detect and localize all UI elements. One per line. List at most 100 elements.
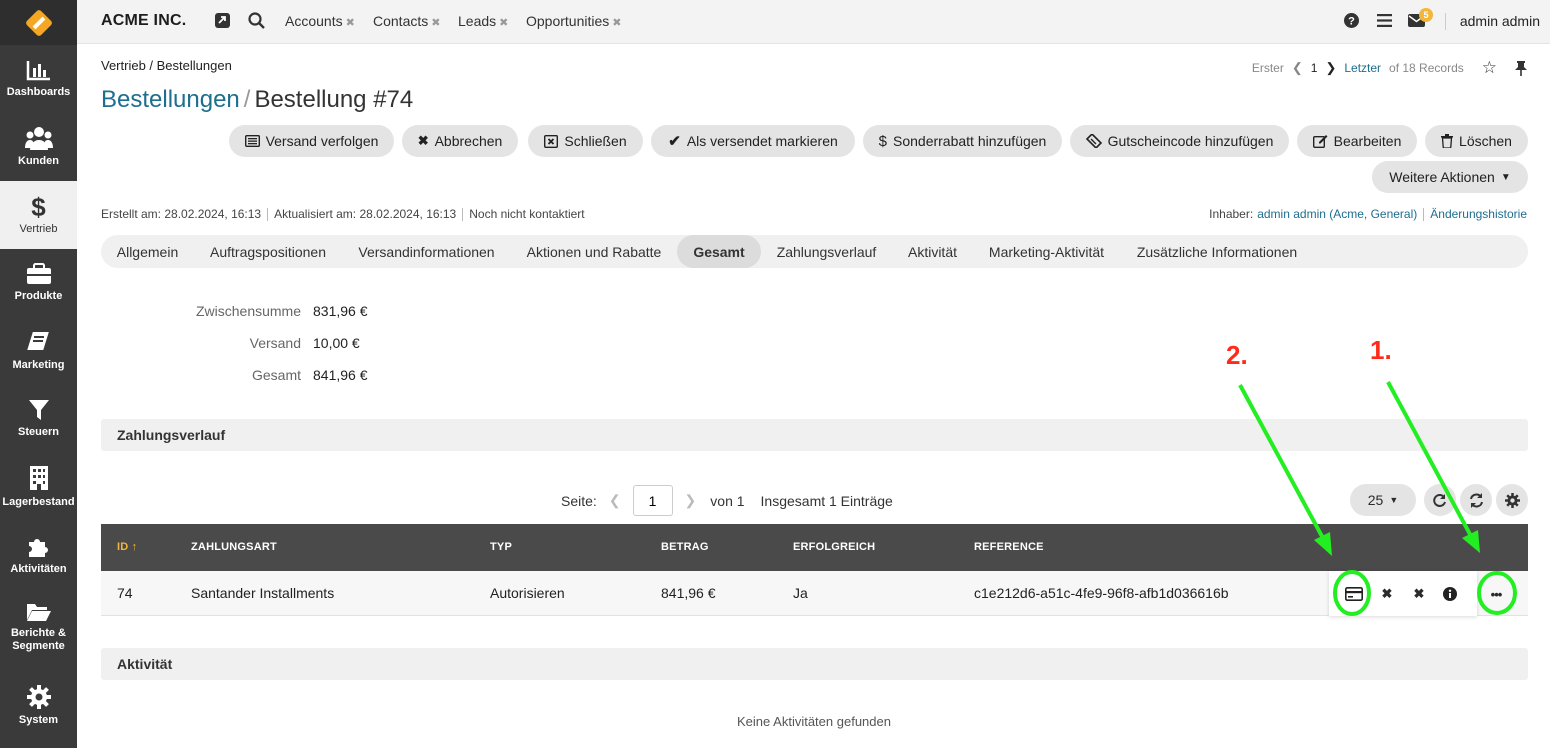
sidebar-item-system[interactable]: System (0, 672, 77, 740)
pin-icon[interactable] (1515, 60, 1527, 76)
tab-aktionen-und-rabatte[interactable]: Aktionen und Rabatte (511, 235, 677, 268)
chevron-left-icon[interactable]: ❮ (1292, 60, 1303, 76)
cancel-order-button[interactable]: ✖ Abbrechen (402, 125, 518, 157)
page-number-input[interactable] (632, 485, 673, 516)
divider (1445, 13, 1446, 30)
sidebar-item-dashboards[interactable]: Dashboards (0, 45, 77, 113)
sidebar-item-steuern[interactable]: Steuern (0, 385, 77, 453)
column-header-amount[interactable]: BETRAG (661, 541, 709, 553)
top-tab-opportunities[interactable]: Opportunities ✖ (526, 13, 622, 29)
menu-icon[interactable] (1377, 14, 1392, 27)
column-header-id[interactable]: ID ↑ (117, 541, 137, 553)
pager-last[interactable]: Letzter (1344, 61, 1381, 75)
grid-settings-button[interactable] (1496, 484, 1528, 516)
change-history-link[interactable]: Änderungshistorie (1430, 207, 1527, 221)
search-icon[interactable] (248, 12, 265, 29)
refresh-button[interactable] (1460, 484, 1492, 516)
shipping-value: 10,00 € (313, 335, 360, 351)
button-label: Schließen (564, 133, 627, 149)
tab-marketing-aktivitaet[interactable]: Marketing-Aktivität (973, 235, 1120, 268)
title-current: Bestellung #74 (254, 86, 414, 113)
edit-button[interactable]: Bearbeiten (1297, 125, 1417, 157)
tab-zusaetzliche-informationen[interactable]: Zusätzliche Informationen (1120, 235, 1314, 268)
sidebar-item-label: Berichte & Segmente (10, 626, 67, 652)
top-tab-contacts[interactable]: Contacts ✖ (373, 13, 440, 29)
add-coupon-button[interactable]: Gutscheincode hinzufügen (1070, 125, 1289, 157)
help-icon[interactable]: ? (1344, 13, 1359, 28)
company-name[interactable]: ACME INC. (101, 12, 186, 30)
top-tab-accounts[interactable]: Accounts ✖ (285, 13, 355, 29)
track-shipment-button[interactable]: Versand verfolgen (229, 125, 394, 157)
briefcase-icon (26, 263, 51, 284)
close-order-button[interactable]: Schließen (528, 125, 643, 157)
sidebar-item-vertrieb[interactable]: $ Vertrieb (0, 181, 77, 249)
page-label: Seite: (561, 492, 597, 509)
cell-type: Autorisieren (490, 585, 565, 601)
sidebar-item-marketing[interactable]: Marketing (0, 317, 77, 385)
building-icon (29, 466, 48, 490)
tab-versandinformationen[interactable]: Versandinformationen (342, 235, 511, 268)
close-icon[interactable]: ✖ (499, 17, 508, 29)
sidebar-item-label: Lagerbestand (2, 496, 75, 508)
sidebar-item-aktivitaeten[interactable]: Aktivitäten (0, 521, 77, 589)
column-header-type[interactable]: TYP (490, 541, 512, 553)
sidebar-item-label: Dashboards (6, 86, 71, 98)
app-logo[interactable] (0, 0, 77, 45)
top-tab-label: Contacts (373, 13, 429, 29)
trash-icon (1441, 134, 1454, 148)
payment-action-button[interactable] (1344, 584, 1364, 604)
divider (267, 207, 269, 221)
close-icon[interactable]: ✖ (346, 17, 355, 29)
column-header-method[interactable]: ZAHLUNGSART (191, 541, 277, 553)
close-icon[interactable]: ✖ (431, 17, 440, 29)
refresh-icon (1469, 492, 1483, 508)
more-row-actions-button[interactable]: ••• (1486, 584, 1506, 604)
mark-shipped-button[interactable]: ✔ Als versendet markieren (651, 125, 855, 157)
add-discount-button[interactable]: $ Sonderrabatt hinzufügen (863, 125, 1062, 157)
close-icon[interactable]: ✖ (612, 17, 621, 29)
folder-open-icon (26, 603, 51, 621)
page-size-dropdown[interactable]: 25 ▼ (1350, 484, 1416, 516)
subtotal-label: Zwischensumme (195, 303, 301, 319)
section-title: Aktivität (117, 656, 173, 672)
ticket-icon (1085, 134, 1102, 148)
user-menu[interactable]: admin admin (1460, 13, 1540, 29)
info-action-button[interactable] (1440, 584, 1460, 604)
table-row[interactable]: 74 Santander Installments Autorisieren 8… (101, 571, 1528, 616)
delete-button[interactable]: Löschen (1425, 125, 1528, 157)
column-header-success[interactable]: ERFOLGREICH (793, 541, 875, 553)
owner-link[interactable]: admin admin (Acme, General) (1257, 207, 1417, 221)
title-parent-link[interactable]: Bestellungen (101, 86, 240, 113)
top-tab-leads[interactable]: Leads ✖ (458, 13, 508, 29)
sidebar-item-berichte[interactable]: Berichte & Segmente (0, 589, 77, 665)
button-label: Löschen (1459, 133, 1512, 149)
pager-first[interactable]: Erster (1252, 61, 1284, 75)
tab-auftragspositionen[interactable]: Auftragspositionen (194, 235, 342, 268)
star-icon[interactable]: ☆ (1482, 58, 1497, 78)
void-action-button[interactable]: ✖ (1377, 584, 1397, 604)
total-value: 841,96 € (313, 367, 368, 383)
sidebar-item-label: Vertrieb (19, 223, 58, 235)
sidebar-item-lagerbestand[interactable]: Lagerbestand (0, 453, 77, 521)
close-box-icon (544, 134, 559, 148)
record-tabs: Allgemein Auftragspositionen Versandinfo… (101, 235, 1528, 268)
tab-allgemein[interactable]: Allgemein (101, 235, 194, 268)
external-link-icon[interactable] (215, 13, 230, 28)
tab-zahlungsverlauf[interactable]: Zahlungsverlauf (761, 235, 892, 268)
cancel-action-button[interactable]: ✖ (1409, 584, 1429, 604)
chevron-right-icon[interactable]: ❯ (685, 492, 697, 509)
tab-aktivitaet[interactable]: Aktivität (892, 235, 973, 268)
created-at: Erstellt am: 28.02.2024, 16:13 (101, 207, 262, 221)
sidebar-item-produkte[interactable]: Produkte (0, 249, 77, 317)
reset-button[interactable] (1424, 484, 1456, 516)
sidebar-item-kunden[interactable]: Kunden (0, 113, 77, 181)
tab-gesamt[interactable]: Gesamt (677, 235, 761, 268)
users-icon (24, 127, 53, 150)
chevron-left-icon[interactable]: ❮ (609, 492, 621, 509)
times-icon: ✖ (1381, 586, 1393, 601)
chevron-right-icon[interactable]: ❯ (1325, 60, 1336, 76)
column-header-reference[interactable]: REFERENCE (974, 541, 1044, 553)
annotation-label-1: 1. (1370, 335, 1392, 365)
more-actions-dropdown[interactable]: Weitere Aktionen ▼ (1372, 161, 1528, 193)
sidebar-item-label: Kunden (18, 155, 59, 167)
